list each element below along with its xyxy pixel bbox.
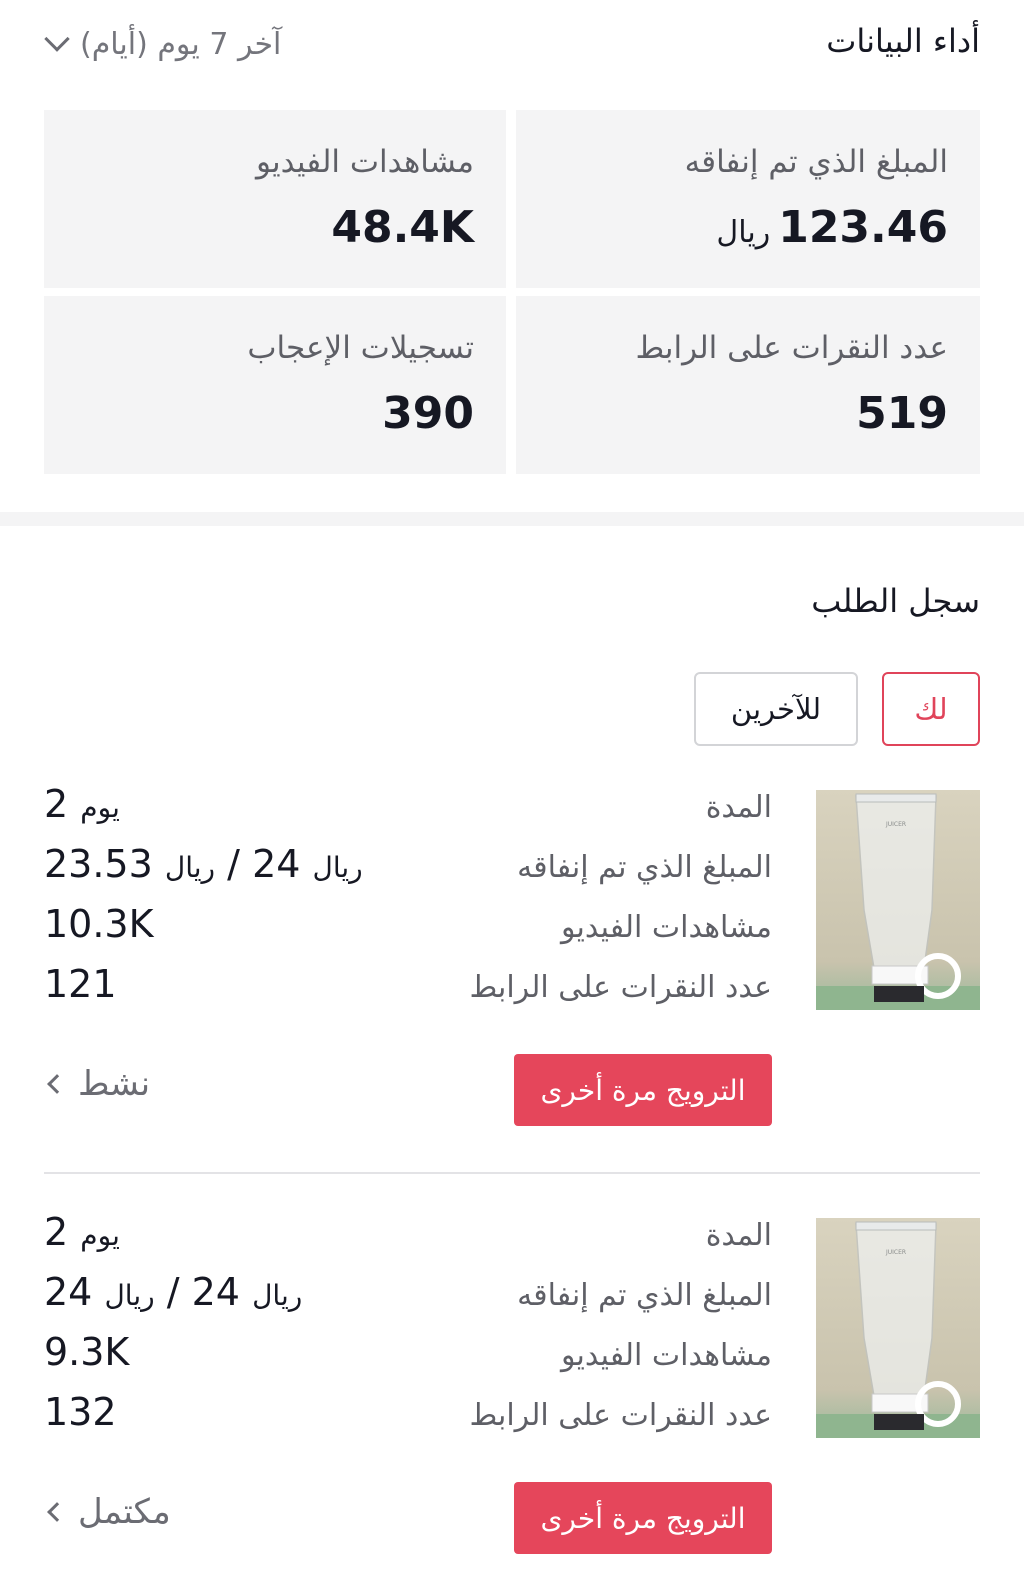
performance-title: أداء البيانات [826, 22, 980, 60]
stat-card-clicks: عدد النقرات على الرابط 519 [516, 296, 980, 474]
stat-card-spent: المبلغ الذي تم إنفاقه 123.46ريال [516, 110, 980, 288]
clicks-value: 121 [44, 962, 117, 1006]
duration-value: يوم 2 [44, 1210, 120, 1254]
spent-value: ريال 24 / ريال 23.53 [44, 842, 363, 886]
duration-value: يوم 2 [44, 782, 120, 826]
promote-again-button[interactable]: الترويج مرة أخرى [514, 1482, 772, 1554]
spent-label: المبلغ الذي تم إنفاقه [517, 1278, 772, 1313]
date-range-label: آخر 7 يوم (أيام) [80, 26, 282, 62]
views-value: 9.3K [44, 1330, 130, 1374]
video-thumbnail[interactable]: JUICER [816, 1218, 980, 1438]
status-text: مكتمل [78, 1492, 171, 1532]
chevron-left-icon [47, 1502, 67, 1522]
clicks-label: عدد النقرات على الرابط [469, 1398, 772, 1433]
status-text: نشط [78, 1064, 151, 1104]
spent-label: المبلغ الذي تم إنفاقه [517, 850, 772, 885]
stat-value: 390 [382, 388, 474, 439]
clicks-label: عدد النقرات على الرابط [469, 970, 772, 1005]
section-divider [0, 512, 1024, 526]
order-item: JUICER المدة المبلغ الذي تم إنفاقه مشاهد… [44, 1210, 980, 1558]
tab-for-others[interactable]: للآخرين [694, 672, 858, 746]
stat-card-likes: تسجيلات الإعجاب 390 [44, 296, 506, 474]
stat-label: المبلغ الذي تم إنفاقه [684, 144, 948, 180]
svg-text:JUICER: JUICER [885, 1249, 906, 1256]
order-separator [44, 1172, 980, 1174]
stat-label: مشاهدات الفيديو [256, 144, 474, 180]
views-label: مشاهدات الفيديو [561, 910, 772, 945]
chevron-down-icon [44, 26, 70, 52]
video-thumbnail[interactable]: JUICER [816, 790, 980, 1010]
stat-label: عدد النقرات على الرابط [635, 330, 948, 366]
duration-label: المدة [705, 1218, 772, 1253]
views-label: مشاهدات الفيديو [561, 1338, 772, 1373]
order-history-title: سجل الطلب [811, 582, 980, 620]
promote-again-button[interactable]: الترويج مرة أخرى [514, 1054, 772, 1126]
date-range-dropdown[interactable]: آخر 7 يوم (أيام) [44, 22, 282, 66]
stat-value: 123.46ريال [716, 202, 948, 253]
clicks-value: 132 [44, 1390, 117, 1434]
status-link[interactable]: نشط [44, 1064, 150, 1104]
chevron-left-icon [47, 1074, 67, 1094]
spent-value: ريال 24 / ريال 24 [44, 1270, 303, 1314]
svg-text:JUICER: JUICER [885, 821, 906, 828]
tab-for-you[interactable]: لك [882, 672, 980, 746]
order-item: JUICER المدة المبلغ الذي تم إنفاقه مشاهد… [44, 782, 980, 1130]
stat-label: تسجيلات الإعجاب [247, 330, 474, 366]
duration-label: المدة [705, 790, 772, 825]
stat-value: 519 [856, 388, 948, 439]
views-value: 10.3K [44, 902, 154, 946]
stat-value: 48.4K [331, 202, 474, 253]
stat-card-views: مشاهدات الفيديو 48.4K [44, 110, 506, 288]
status-link[interactable]: مكتمل [44, 1492, 171, 1532]
